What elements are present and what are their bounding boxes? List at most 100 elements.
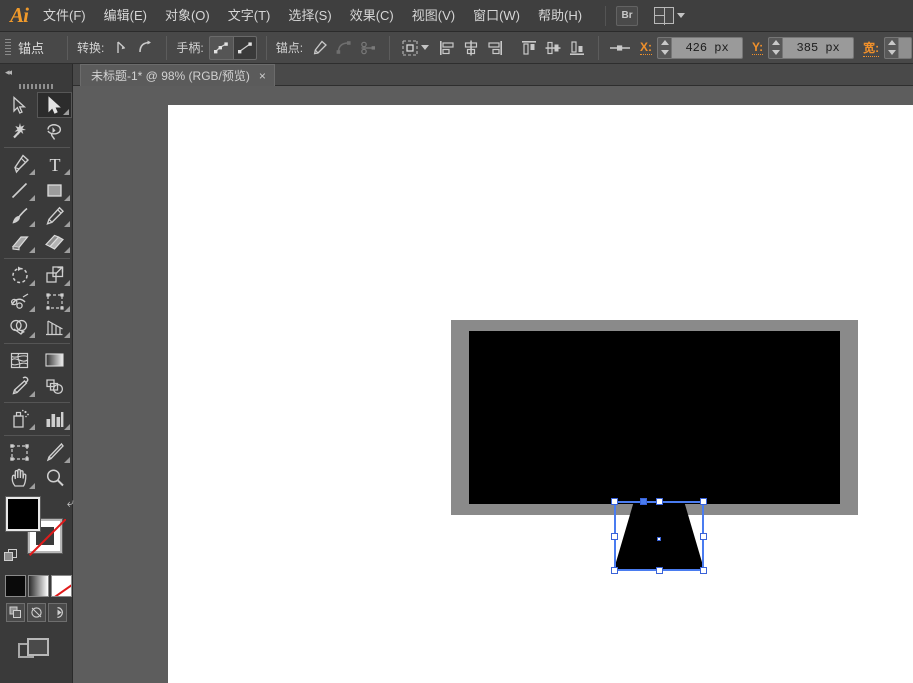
artboard-tool[interactable]: [2, 439, 37, 465]
transform-reference-point-icon[interactable]: [608, 36, 632, 60]
selection-handle-top-left[interactable]: [611, 498, 618, 505]
artboard[interactable]: [168, 105, 913, 683]
isolate-selected-object-button[interactable]: [399, 36, 423, 60]
mesh-tool[interactable]: [2, 347, 37, 373]
x-position-field[interactable]: 426 px: [657, 36, 744, 59]
selection-handle-middle-right[interactable]: [700, 532, 707, 540]
workspace-switcher[interactable]: [654, 7, 686, 25]
selection-handle-top-right[interactable]: [700, 498, 707, 505]
width-field[interactable]: [884, 36, 913, 59]
menu-select[interactable]: 选择(S): [279, 4, 340, 28]
pencil-tool[interactable]: [37, 203, 72, 229]
align-top-button[interactable]: [517, 36, 541, 60]
rectangle-tool[interactable]: [37, 177, 72, 203]
align-left-button[interactable]: [435, 36, 459, 60]
type-tool[interactable]: T: [37, 151, 72, 177]
document-tab[interactable]: 未标题-1* @ 98% (RGB/预览) ×: [80, 64, 275, 86]
bridge-button[interactable]: Br: [616, 5, 639, 26]
y-position-field[interactable]: 385 px: [768, 36, 855, 59]
isolate-dropdown-chevron-icon[interactable]: [421, 45, 430, 50]
color-swatch-button[interactable]: [5, 575, 26, 597]
lasso-tool[interactable]: [37, 118, 72, 144]
slice-tool[interactable]: [37, 439, 72, 465]
show-handles-button[interactable]: [208, 35, 233, 60]
blend-tool[interactable]: [37, 373, 72, 399]
x-position-input[interactable]: 426 px: [671, 36, 744, 59]
align-middle-vertical-button[interactable]: [541, 36, 565, 60]
rotate-tool[interactable]: [2, 262, 37, 288]
menu-window[interactable]: 窗口(W): [464, 4, 529, 28]
canvas-area[interactable]: [73, 86, 913, 683]
selection-handle-bottom-right[interactable]: [700, 567, 707, 574]
menu-effect[interactable]: 效果(C): [341, 4, 403, 28]
menu-help[interactable]: 帮助(H): [529, 4, 591, 28]
y-position-input[interactable]: 385 px: [782, 36, 855, 59]
magic-wand-tool[interactable]: [2, 118, 37, 144]
control-bar-grip[interactable]: [5, 38, 11, 57]
x-stepper[interactable]: [657, 36, 672, 59]
selection-handle-bottom-left[interactable]: [611, 567, 618, 574]
line-segment-tool[interactable]: [2, 177, 37, 203]
monitor-screen-shape[interactable]: [469, 331, 840, 504]
menu-edit[interactable]: 编辑(E): [95, 4, 156, 28]
selection-tool[interactable]: [2, 92, 37, 118]
symbol-sprayer-tool[interactable]: [2, 406, 37, 432]
width-stepper-down-icon[interactable]: [887, 50, 896, 55]
hand-tool[interactable]: [2, 465, 37, 491]
swap-fill-stroke-icon[interactable]: ⤶: [67, 495, 74, 511]
column-graph-tool[interactable]: [37, 406, 72, 432]
eraser-tool[interactable]: [37, 229, 72, 255]
convert-to-smooth-button[interactable]: [133, 36, 157, 60]
draw-normal-mode-button[interactable]: [6, 603, 25, 622]
collapse-panel-icon[interactable]: ◂◂: [5, 67, 12, 78]
menu-object[interactable]: 对象(O): [156, 4, 219, 28]
y-stepper[interactable]: [768, 36, 783, 59]
menu-file[interactable]: 文件(F): [34, 4, 95, 28]
width-tool[interactable]: [2, 288, 37, 314]
gradient-swatch-button[interactable]: [28, 575, 49, 597]
monitor-frame-shape[interactable]: [451, 320, 858, 515]
width-stepper-up-icon[interactable]: [887, 40, 896, 45]
hide-handles-button[interactable]: [232, 35, 257, 60]
direct-selection-tool[interactable]: [37, 92, 72, 118]
gradient-tool[interactable]: [37, 347, 72, 373]
close-icon[interactable]: ×: [259, 70, 266, 82]
tools-panel-grip[interactable]: [19, 84, 53, 89]
convert-to-corner-button[interactable]: [109, 36, 133, 60]
draw-inside-mode-button[interactable]: [48, 603, 67, 622]
y-stepper-down-icon[interactable]: [771, 50, 780, 55]
width-input[interactable]: [898, 36, 913, 59]
fill-swatch[interactable]: [5, 496, 41, 532]
perspective-grid-tool[interactable]: [37, 314, 72, 340]
shape-builder-tool[interactable]: [2, 314, 37, 340]
menu-type[interactable]: 文字(T): [219, 4, 280, 28]
y-stepper-up-icon[interactable]: [771, 40, 780, 45]
selection-handle-middle-left[interactable]: [611, 532, 618, 540]
align-center-horizontal-button[interactable]: [459, 36, 483, 60]
change-screen-mode-button[interactable]: [18, 636, 52, 662]
free-transform-tool[interactable]: [37, 288, 72, 314]
x-stepper-down-icon[interactable]: [660, 50, 669, 55]
tools-panel-header[interactable]: ◂◂: [0, 64, 72, 80]
remove-anchor-point-button[interactable]: [308, 36, 332, 60]
connect-anchor-points-button[interactable]: [332, 36, 356, 60]
selected-anchor-point[interactable]: [639, 498, 647, 505]
none-swatch-button[interactable]: [51, 575, 72, 597]
menu-view[interactable]: 视图(V): [403, 4, 464, 28]
control-divider-1: [67, 35, 69, 60]
blob-brush-tool[interactable]: [2, 229, 37, 255]
draw-behind-mode-button[interactable]: [27, 603, 46, 622]
scale-tool[interactable]: [37, 262, 72, 288]
x-stepper-up-icon[interactable]: [660, 40, 669, 45]
default-fill-stroke-icon[interactable]: [4, 549, 18, 563]
pen-tool[interactable]: [2, 151, 37, 177]
paintbrush-tool[interactable]: [2, 203, 37, 229]
cut-path-at-anchor-button[interactable]: [356, 36, 380, 60]
align-right-button[interactable]: [483, 36, 507, 60]
selection-handle-top-center[interactable]: [655, 498, 663, 505]
eyedropper-tool[interactable]: [2, 373, 37, 399]
zoom-tool[interactable]: [37, 465, 72, 491]
width-stepper[interactable]: [884, 36, 899, 59]
align-bottom-button[interactable]: [565, 36, 589, 60]
selection-handle-bottom-center[interactable]: [655, 567, 663, 574]
